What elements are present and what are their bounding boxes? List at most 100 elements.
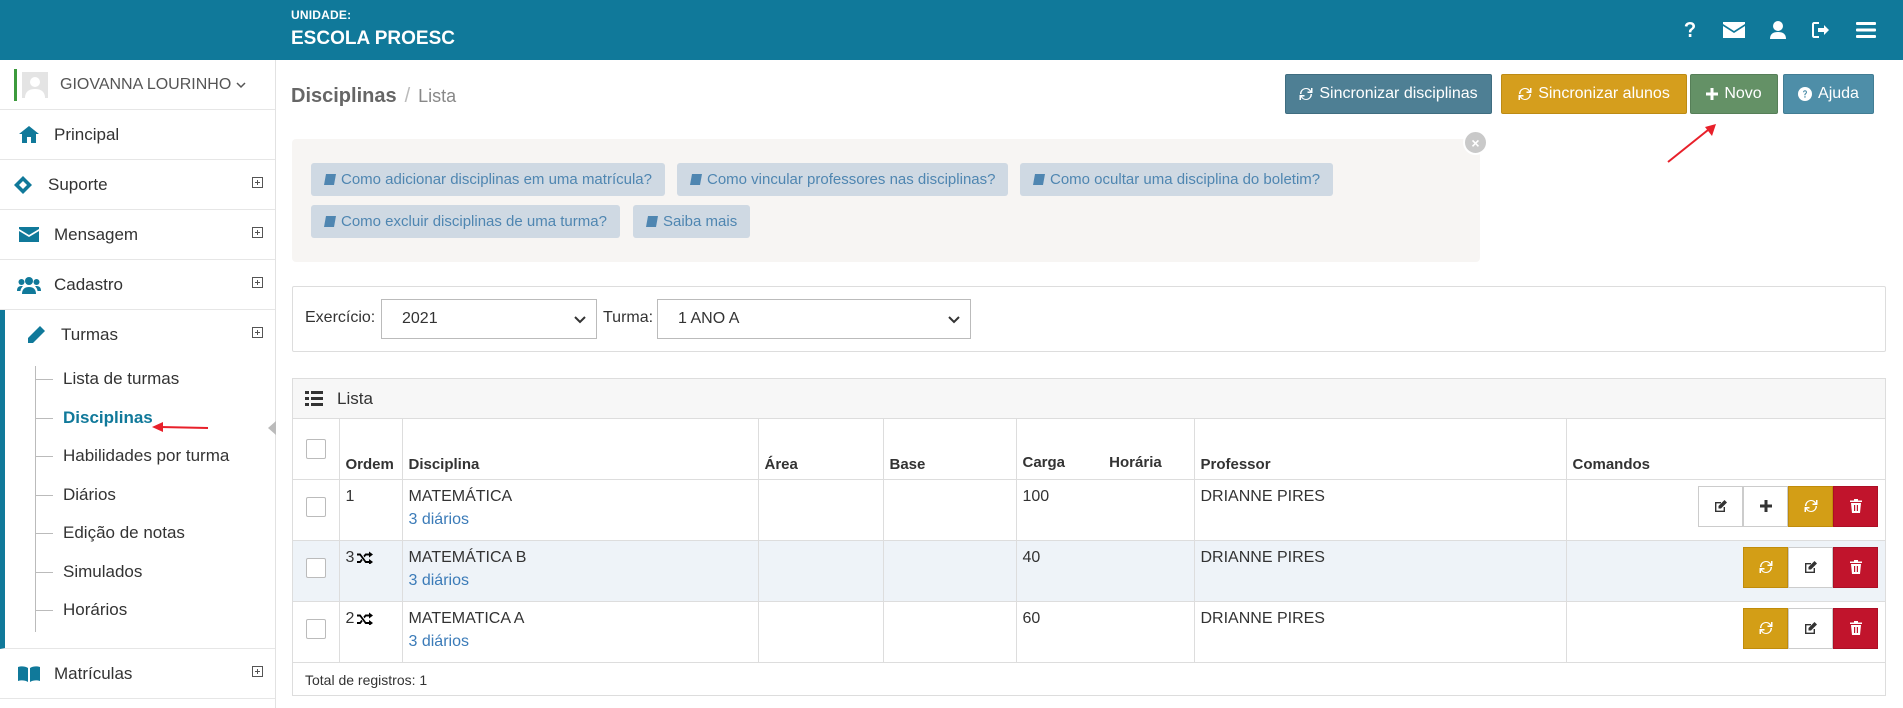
- submenu-item-simulados[interactable]: Simulados: [33, 553, 229, 592]
- edit-button[interactable]: [1698, 485, 1743, 527]
- ordem-value: 3: [345, 548, 355, 566]
- diarios-link[interactable]: 3 diários: [409, 572, 752, 590]
- user-icon[interactable]: [1756, 17, 1800, 43]
- exercicio-select[interactable]: 2021: [381, 299, 597, 339]
- help-link-vincular[interactable]: Como vincular professores nas disciplina…: [677, 163, 1009, 196]
- sync-disciplinas-button[interactable]: Sincronizar disciplinas: [1285, 74, 1492, 114]
- row-checkbox[interactable]: [305, 558, 326, 578]
- close-help-button[interactable]: ×: [1463, 130, 1488, 155]
- book-icon: [1033, 173, 1045, 185]
- base-cell: [883, 540, 1017, 602]
- help-link-saiba-mais[interactable]: Saiba mais: [633, 205, 751, 238]
- select-all-cell: [293, 419, 340, 480]
- shuffle-icon: [357, 551, 374, 564]
- hamburger-menu-icon[interactable]: [1844, 17, 1888, 43]
- delete-button[interactable]: [1833, 546, 1878, 588]
- select-all-checkbox[interactable]: [305, 439, 326, 459]
- row-checkbox[interactable]: [305, 619, 326, 639]
- submenu-item-lista-de-turmas[interactable]: Lista de turmas: [33, 360, 229, 399]
- edit-icon: [1804, 561, 1817, 573]
- expand-icon[interactable]: [252, 277, 263, 288]
- sidebar-item-cadastro[interactable]: Cadastro: [0, 260, 275, 310]
- disciplina-cell: MATEMÁTICA B 3 diários: [402, 540, 759, 602]
- column-header-ordem[interactable]: Ordem: [339, 419, 403, 480]
- list-icon: [305, 391, 323, 406]
- submenu-item-horarios[interactable]: Horários: [33, 591, 229, 630]
- filter-panel: Exercício: 2021 Turma: 1 ANO A: [292, 286, 1886, 352]
- sidebar-item-label: Cadastro: [54, 274, 123, 294]
- shuffle-icon: [357, 612, 374, 625]
- sidebar-item-mensagem[interactable]: Mensagem: [0, 210, 275, 260]
- table-row: 1 MATEMÁTICA 3 diários 100 DRIANNE PIRES: [293, 479, 1885, 541]
- base-cell: [883, 601, 1017, 663]
- disciplina-cell: MATEMÁTICA 3 diários: [402, 479, 759, 541]
- submenu-item-diarios[interactable]: Diários: [33, 476, 229, 515]
- sidebar-item-label: Principal: [54, 124, 120, 144]
- help-link-ocultar[interactable]: Como ocultar uma disciplina do boletim?: [1020, 163, 1334, 196]
- turma-label: Turma:: [603, 309, 654, 326]
- envelope-icon[interactable]: [1712, 17, 1756, 43]
- column-header-base[interactable]: Base: [883, 419, 1017, 480]
- plus-icon: [1706, 88, 1719, 100]
- sync-button[interactable]: [1788, 485, 1833, 527]
- sidebar-item-matriculas[interactable]: Matrículas: [0, 649, 275, 699]
- table-row: 2 MATEMATICA A 3 diários 60 DRIANNE PIRES: [293, 601, 1885, 663]
- turma-select[interactable]: 1 ANO A: [657, 299, 971, 339]
- ajuda-button[interactable]: Ajuda: [1783, 74, 1874, 114]
- area-cell: [758, 601, 884, 663]
- sidebar-item-principal[interactable]: Principal: [0, 110, 275, 160]
- disciplinas-table-panel: Lista Ordem Disciplina Área Base Carga H…: [292, 378, 1886, 696]
- column-header-area[interactable]: Área: [758, 419, 884, 480]
- help-link-excluir[interactable]: Como excluir disciplinas de uma turma?: [311, 205, 620, 238]
- user-menu[interactable]: GIOVANNA LOURINHO: [0, 60, 275, 110]
- edit-button[interactable]: [1788, 607, 1833, 649]
- book-icon: [324, 173, 336, 185]
- sync-button[interactable]: [1743, 546, 1788, 588]
- home-icon: [16, 126, 42, 143]
- ordem-cell: 2: [339, 601, 403, 663]
- column-header-carga-horaria[interactable]: Carga Horária: [1016, 419, 1195, 480]
- professor-cell: DRIANNE PIRES: [1194, 601, 1567, 663]
- row-checkbox[interactable]: [305, 497, 326, 517]
- expand-icon[interactable]: [252, 227, 263, 238]
- ordem-cell: 1: [339, 479, 403, 541]
- column-header-disciplina[interactable]: Disciplina: [402, 419, 759, 480]
- disciplina-cell: MATEMATICA A 3 diários: [402, 601, 759, 663]
- expand-icon[interactable]: [252, 666, 263, 677]
- column-header-professor[interactable]: Professor: [1194, 419, 1567, 480]
- table-panel-title: Lista: [337, 388, 373, 408]
- sidebar-collapse-caret[interactable]: [268, 421, 276, 435]
- book-icon: [646, 215, 658, 227]
- sync-alunos-button[interactable]: Sincronizar alunos: [1501, 74, 1687, 114]
- question-icon[interactable]: [1668, 17, 1712, 43]
- column-header-comandos: Comandos: [1566, 419, 1885, 480]
- users-icon: [16, 276, 42, 294]
- ordem-cell: 3: [339, 540, 403, 602]
- base-cell: [883, 479, 1017, 541]
- delete-button[interactable]: [1833, 607, 1878, 649]
- refresh-icon: [1299, 88, 1313, 100]
- submenu-item-edicao-de-notas[interactable]: Edição de notas: [33, 514, 229, 553]
- expand-icon[interactable]: [252, 177, 263, 188]
- area-cell: [758, 540, 884, 602]
- edit-button[interactable]: [1788, 546, 1833, 588]
- area-cell: [758, 479, 884, 541]
- sidebar-item-suporte[interactable]: Suporte: [0, 160, 275, 210]
- carga-cell: 60: [1016, 601, 1195, 663]
- table-panel-header: Lista: [293, 379, 1885, 419]
- sidebar-item-label: Matrículas: [54, 663, 133, 683]
- unit-info: UNIDADE: ESCOLA PROESC: [291, 8, 455, 50]
- help-link-adicionar[interactable]: Como adicionar disciplinas em uma matríc…: [311, 163, 665, 196]
- add-button[interactable]: [1743, 485, 1788, 527]
- novo-button[interactable]: Novo: [1690, 74, 1778, 114]
- row-checkbox-cell: [293, 601, 340, 663]
- diarios-link[interactable]: 3 diários: [409, 511, 752, 529]
- sign-out-icon[interactable]: [1800, 17, 1844, 43]
- sidebar-item-turmas[interactable]: Turmas: [5, 310, 275, 360]
- collapse-icon[interactable]: [252, 327, 263, 338]
- sync-button[interactable]: [1743, 607, 1788, 649]
- delete-button[interactable]: [1833, 485, 1878, 527]
- book-icon: [324, 215, 336, 227]
- diarios-link[interactable]: 3 diários: [409, 633, 752, 651]
- submenu-item-habilidades[interactable]: Habilidades por turma: [33, 437, 229, 476]
